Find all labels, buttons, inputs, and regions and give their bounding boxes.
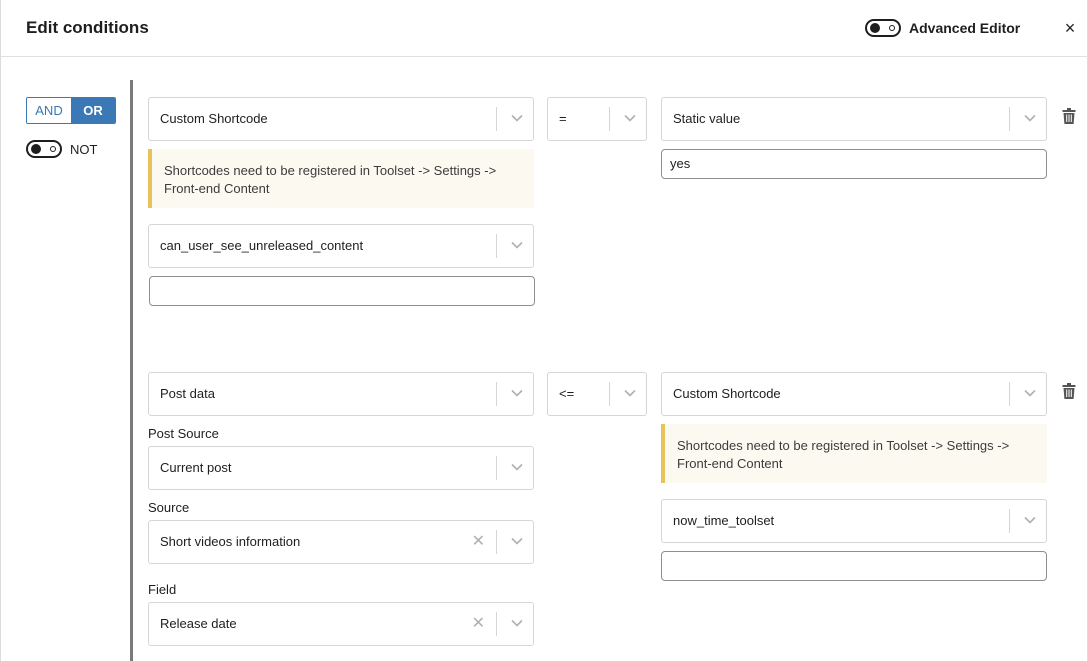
select-separator	[496, 107, 497, 131]
condition-1-shortcode-select[interactable]: can_user_see_unreleased_content	[148, 224, 534, 268]
select-value: Custom Shortcode	[160, 111, 268, 126]
condition-2-right-type-select[interactable]: Custom Shortcode	[661, 372, 1047, 416]
chevron-down-icon[interactable]	[511, 113, 523, 123]
clear-icon[interactable]: ✕	[472, 533, 485, 551]
field-select[interactable]: Release date ✕	[148, 602, 534, 646]
chevron-down-icon[interactable]	[511, 536, 523, 546]
select-separator	[496, 382, 497, 406]
chevron-down-icon[interactable]	[511, 388, 523, 398]
select-value: Short videos information	[160, 534, 301, 549]
condition-1-left-type-select[interactable]: Custom Shortcode	[148, 97, 534, 141]
source-select[interactable]: Short videos information ✕	[148, 520, 534, 564]
dialog-header: Edit conditions Advanced Editor ×	[1, 0, 1088, 57]
dialog: Edit conditions Advanced Editor × AND OR…	[0, 0, 1088, 661]
select-value: Release date	[160, 616, 237, 631]
toggle-knob	[870, 23, 880, 33]
select-value: can_user_see_unreleased_content	[160, 238, 364, 253]
select-value: Post data	[160, 386, 215, 401]
condition-2-shortcode-notice: Shortcodes need to be registered in Tool…	[661, 424, 1047, 483]
select-separator	[1009, 107, 1010, 131]
trash-icon[interactable]	[1062, 383, 1076, 399]
chevron-down-icon[interactable]	[1024, 388, 1036, 398]
select-value: now_time_toolset	[673, 513, 775, 528]
trash-icon[interactable]	[1062, 108, 1076, 124]
condition-2-left-type-select[interactable]: Post data	[148, 372, 534, 416]
source-label: Source	[148, 500, 190, 515]
chevron-down-icon[interactable]	[1024, 113, 1036, 123]
field-label: Field	[148, 582, 177, 597]
group-divider-line	[130, 80, 133, 661]
select-value: Current post	[160, 460, 232, 475]
select-separator	[1009, 509, 1010, 533]
condition-1-operator-select[interactable]: =	[547, 97, 647, 141]
advanced-editor-label: Advanced Editor	[909, 20, 1021, 36]
select-separator	[609, 107, 610, 131]
toggle-knob	[31, 144, 41, 154]
condition-2-shortcode-attributes-input[interactable]	[661, 551, 1047, 581]
select-separator	[496, 530, 497, 554]
select-value: Custom Shortcode	[673, 386, 781, 401]
or-button[interactable]: OR	[71, 98, 115, 123]
dialog-title: Edit conditions	[26, 18, 149, 37]
select-value: =	[559, 111, 567, 126]
select-separator	[1009, 382, 1010, 406]
select-value: Static value	[673, 111, 741, 126]
condition-1-shortcode-attributes-input[interactable]	[149, 276, 535, 306]
toggle-off-indicator	[889, 25, 895, 31]
chevron-down-icon[interactable]	[511, 240, 523, 250]
post-source-select[interactable]: Current post	[148, 446, 534, 490]
not-label: NOT	[70, 141, 98, 157]
advanced-editor-toggle-group[interactable]: Advanced Editor	[865, 19, 1020, 37]
condition-2-operator-select[interactable]: <=	[547, 372, 647, 416]
chevron-down-icon[interactable]	[624, 388, 636, 398]
select-separator	[496, 612, 497, 636]
advanced-editor-toggle[interactable]	[865, 19, 901, 37]
and-button[interactable]: AND	[27, 98, 71, 123]
select-separator	[496, 234, 497, 258]
chevron-down-icon[interactable]	[511, 618, 523, 628]
close-icon[interactable]: ×	[1061, 19, 1079, 37]
condition-1-right-type-select[interactable]: Static value	[661, 97, 1047, 141]
select-separator	[496, 456, 497, 480]
select-value: <=	[559, 386, 575, 401]
condition-2-shortcode-select[interactable]: now_time_toolset	[661, 499, 1047, 543]
and-or-switch[interactable]: AND OR	[26, 97, 116, 124]
chevron-down-icon[interactable]	[1024, 515, 1036, 525]
chevron-down-icon[interactable]	[624, 113, 636, 123]
condition-1-shortcode-notice: Shortcodes need to be registered in Tool…	[148, 149, 534, 208]
not-toggle-group[interactable]: NOT	[26, 140, 97, 158]
select-separator	[609, 382, 610, 406]
condition-1-static-value-input[interactable]: yes	[661, 149, 1047, 179]
chevron-down-icon[interactable]	[511, 462, 523, 472]
toggle-off-indicator	[50, 146, 56, 152]
not-toggle[interactable]	[26, 140, 62, 158]
post-source-label: Post Source	[148, 426, 219, 441]
clear-icon[interactable]: ✕	[472, 615, 485, 633]
